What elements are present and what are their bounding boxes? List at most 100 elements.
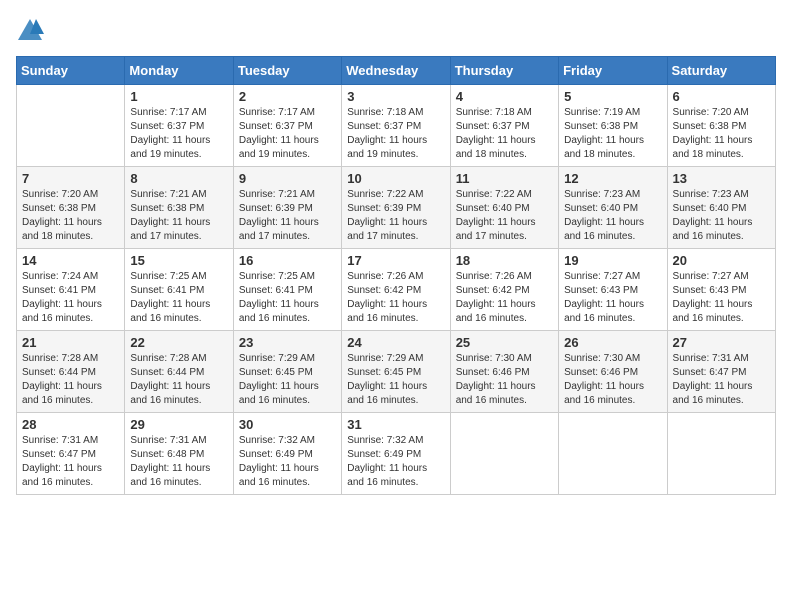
calendar-cell <box>559 413 667 495</box>
calendar-cell: 20Sunrise: 7:27 AMSunset: 6:43 PMDayligh… <box>667 249 775 331</box>
calendar-week-3: 21 Sunrise: 7:28 AMSunset: 6:44 PMDayligh… <box>17 331 776 413</box>
day-info: Sunrise: 7:29 AMSunset: 6:45 PMDaylight:… <box>239 352 336 408</box>
calendar-cell: 15 Sunrise: 7:25 AMSunset: 6:41 PMDayligh… <box>125 249 233 331</box>
day-info: Sunrise: 7:22 AMSunset: 6:39 PMDaylight:… <box>347 188 444 244</box>
day-info: Sunrise: 7:31 AMSunset: 6:47 PMDaylight:… <box>673 352 770 408</box>
calendar-cell: 18 Sunrise: 7:26 AMSunset: 6:42 PMDayligh… <box>450 249 558 331</box>
day-info: Sunrise: 7:31 AMSunset: 6:48 PMDaylight:… <box>130 434 227 490</box>
day-info: Sunrise: 7:25 AMSunset: 6:41 PMDaylight:… <box>239 270 336 326</box>
col-header-sunday: Sunday <box>17 57 125 85</box>
col-header-tuesday: Tuesday <box>233 57 341 85</box>
day-number: 18 <box>456 253 553 268</box>
day-info: Sunrise: 7:18 AMSunset: 6:37 PMDaylight:… <box>456 106 553 162</box>
day-number: 7 <box>22 171 119 186</box>
calendar-cell: 21Sunrise: 7:28 AMSunset: 6:44 PMDayligh… <box>17 331 125 413</box>
day-info: Sunrise: 7:19 AMSunset: 6:38 PMDaylight:… <box>564 106 661 162</box>
col-header-thursday: Thursday <box>450 57 558 85</box>
day-info: Sunrise: 7:28 AMSunset: 6:44 PMDaylight:… <box>130 352 227 408</box>
day-number: 6 <box>673 89 770 104</box>
day-info: Sunrise: 7:17 AMSunset: 6:37 PMDaylight:… <box>130 106 227 162</box>
day-number: 29 <box>130 417 227 432</box>
logo <box>16 16 48 44</box>
calendar-cell: 28 Sunrise: 7:31 AMSunset: 6:47 PMDayligh… <box>17 413 125 495</box>
calendar-cell: 6 Sunrise: 7:20 AMSunset: 6:38 PMDaylight… <box>667 85 775 167</box>
day-number: 11 <box>456 171 553 186</box>
calendar-cell <box>450 413 558 495</box>
calendar-cell: 4 Sunrise: 7:18 AMSunset: 6:37 PMDaylight… <box>450 85 558 167</box>
calendar-cell: 27 Sunrise: 7:31 AMSunset: 6:47 PMDayligh… <box>667 331 775 413</box>
calendar-cell: 2Sunrise: 7:17 AMSunset: 6:37 PMDaylight… <box>233 85 341 167</box>
day-number: 22 <box>130 335 227 350</box>
day-info: Sunrise: 7:20 AMSunset: 6:38 PMDaylight:… <box>673 106 770 162</box>
day-number: 13 <box>673 171 770 186</box>
calendar-cell: 23 Sunrise: 7:29 AMSunset: 6:45 PMDayligh… <box>233 331 341 413</box>
day-info: Sunrise: 7:27 AMSunset: 6:43 PMDaylight:… <box>673 270 770 326</box>
calendar-cell: 8 Sunrise: 7:21 AMSunset: 6:38 PMDaylight… <box>125 167 233 249</box>
day-number: 16 <box>239 253 336 268</box>
day-info: Sunrise: 7:25 AMSunset: 6:41 PMDaylight:… <box>130 270 227 326</box>
day-info: Sunrise: 7:26 AMSunset: 6:42 PMDaylight:… <box>347 270 444 326</box>
day-info: Sunrise: 7:20 AMSunset: 6:38 PMDaylight:… <box>22 188 119 244</box>
day-info: Sunrise: 7:30 AMSunset: 6:46 PMDaylight:… <box>564 352 661 408</box>
day-number: 9 <box>239 171 336 186</box>
col-header-friday: Friday <box>559 57 667 85</box>
day-info: Sunrise: 7:22 AMSunset: 6:40 PMDaylight:… <box>456 188 553 244</box>
day-number: 27 <box>673 335 770 350</box>
day-info: Sunrise: 7:31 AMSunset: 6:47 PMDaylight:… <box>22 434 119 490</box>
col-header-wednesday: Wednesday <box>342 57 450 85</box>
day-info: Sunrise: 7:21 AMSunset: 6:38 PMDaylight:… <box>130 188 227 244</box>
day-number: 14 <box>22 253 119 268</box>
calendar-cell: 7 Sunrise: 7:20 AMSunset: 6:38 PMDaylight… <box>17 167 125 249</box>
day-info: Sunrise: 7:26 AMSunset: 6:42 PMDaylight:… <box>456 270 553 326</box>
calendar-cell: 25Sunrise: 7:30 AMSunset: 6:46 PMDayligh… <box>450 331 558 413</box>
day-number: 12 <box>564 171 661 186</box>
col-header-saturday: Saturday <box>667 57 775 85</box>
calendar-cell: 16 Sunrise: 7:25 AMSunset: 6:41 PMDayligh… <box>233 249 341 331</box>
calendar-cell <box>17 85 125 167</box>
day-number: 17 <box>347 253 444 268</box>
calendar-cell: 5 Sunrise: 7:19 AMSunset: 6:38 PMDaylight… <box>559 85 667 167</box>
calendar-cell: 30 Sunrise: 7:32 AMSunset: 6:49 PMDayligh… <box>233 413 341 495</box>
day-number: 26 <box>564 335 661 350</box>
calendar-week-4: 28 Sunrise: 7:31 AMSunset: 6:47 PMDayligh… <box>17 413 776 495</box>
day-info: Sunrise: 7:27 AMSunset: 6:43 PMDaylight:… <box>564 270 661 326</box>
calendar-week-2: 14 Sunrise: 7:24 AMSunset: 6:41 PMDayligh… <box>17 249 776 331</box>
day-number: 23 <box>239 335 336 350</box>
day-info: Sunrise: 7:18 AMSunset: 6:37 PMDaylight:… <box>347 106 444 162</box>
day-number: 8 <box>130 171 227 186</box>
day-number: 21 <box>22 335 119 350</box>
day-info: Sunrise: 7:21 AMSunset: 6:39 PMDaylight:… <box>239 188 336 244</box>
calendar-table: SundayMondayTuesdayWednesdayThursdayFrid… <box>16 56 776 495</box>
calendar-cell: 3 Sunrise: 7:18 AMSunset: 6:37 PMDaylight… <box>342 85 450 167</box>
day-number: 28 <box>22 417 119 432</box>
day-info: Sunrise: 7:17 AMSunset: 6:37 PMDaylight:… <box>239 106 336 162</box>
day-number: 24 <box>347 335 444 350</box>
calendar-cell: 10 Sunrise: 7:22 AMSunset: 6:39 PMDayligh… <box>342 167 450 249</box>
calendar-week-0: 1 Sunrise: 7:17 AMSunset: 6:37 PMDaylight… <box>17 85 776 167</box>
calendar-cell: 24Sunrise: 7:29 AMSunset: 6:45 PMDayligh… <box>342 331 450 413</box>
day-info: Sunrise: 7:32 AMSunset: 6:49 PMDaylight:… <box>239 434 336 490</box>
calendar-cell <box>667 413 775 495</box>
day-info: Sunrise: 7:23 AMSunset: 6:40 PMDaylight:… <box>673 188 770 244</box>
calendar-cell: 12 Sunrise: 7:23 AMSunset: 6:40 PMDayligh… <box>559 167 667 249</box>
day-info: Sunrise: 7:23 AMSunset: 6:40 PMDaylight:… <box>564 188 661 244</box>
day-number: 1 <box>130 89 227 104</box>
calendar-cell: 9 Sunrise: 7:21 AMSunset: 6:39 PMDaylight… <box>233 167 341 249</box>
calendar-cell: 1 Sunrise: 7:17 AMSunset: 6:37 PMDaylight… <box>125 85 233 167</box>
day-info: Sunrise: 7:24 AMSunset: 6:41 PMDaylight:… <box>22 270 119 326</box>
col-header-monday: Monday <box>125 57 233 85</box>
header-row <box>16 16 776 44</box>
day-number: 30 <box>239 417 336 432</box>
day-number: 3 <box>347 89 444 104</box>
day-number: 5 <box>564 89 661 104</box>
calendar-week-1: 7 Sunrise: 7:20 AMSunset: 6:38 PMDaylight… <box>17 167 776 249</box>
day-number: 4 <box>456 89 553 104</box>
calendar-cell: 29 Sunrise: 7:31 AMSunset: 6:48 PMDayligh… <box>125 413 233 495</box>
day-number: 15 <box>130 253 227 268</box>
day-info: Sunrise: 7:30 AMSunset: 6:46 PMDaylight:… <box>456 352 553 408</box>
page-container: SundayMondayTuesdayWednesdayThursdayFrid… <box>0 0 792 505</box>
day-number: 31 <box>347 417 444 432</box>
logo-icon <box>16 16 44 44</box>
day-number: 10 <box>347 171 444 186</box>
calendar-cell: 14 Sunrise: 7:24 AMSunset: 6:41 PMDayligh… <box>17 249 125 331</box>
